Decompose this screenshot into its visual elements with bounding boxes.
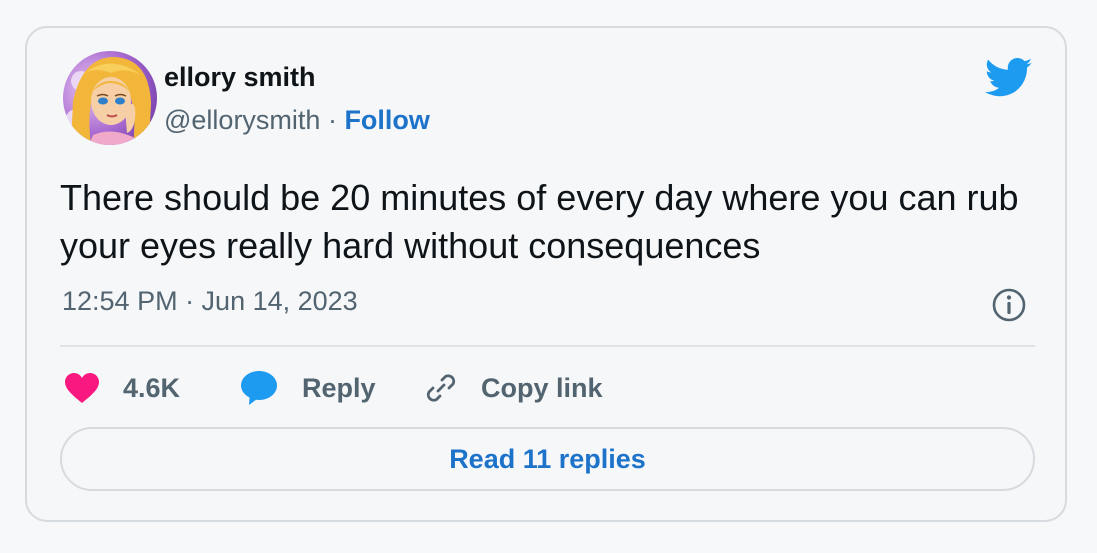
tweet-card: ellory smith @ellorysmith · Follow There… bbox=[25, 26, 1067, 522]
like-button[interactable]: 4.6K bbox=[65, 368, 180, 408]
read-replies-button[interactable]: Read 11 replies bbox=[60, 427, 1035, 491]
avatar[interactable] bbox=[63, 51, 157, 145]
handle-separator: · bbox=[320, 105, 345, 135]
tweet-text: There should be 20 minutes of every day … bbox=[60, 177, 1019, 266]
info-icon[interactable] bbox=[991, 287, 1027, 323]
twitter-bird-icon[interactable] bbox=[985, 58, 1033, 98]
read-replies-label: Read 11 replies bbox=[449, 443, 646, 474]
author-handle[interactable]: @ellorysmith bbox=[164, 105, 320, 135]
reply-button[interactable]: Reply bbox=[240, 368, 376, 408]
handle-row: @ellorysmith · Follow bbox=[164, 105, 430, 136]
follow-link[interactable]: Follow bbox=[344, 105, 429, 135]
author-name[interactable]: ellory smith bbox=[164, 62, 316, 93]
speech-bubble-icon bbox=[241, 371, 277, 405]
copy-link-label: Copy link bbox=[481, 372, 603, 403]
heart-icon bbox=[65, 373, 99, 403]
copy-link-button[interactable]: Copy link bbox=[423, 368, 603, 408]
like-count: 4.6K bbox=[123, 372, 181, 403]
tweet-timestamp[interactable]: 12:54 PM · Jun 14, 2023 bbox=[62, 286, 358, 317]
avatar-image bbox=[63, 51, 157, 145]
link-icon bbox=[426, 374, 456, 402]
divider bbox=[60, 345, 1035, 347]
reply-label: Reply bbox=[302, 372, 376, 403]
